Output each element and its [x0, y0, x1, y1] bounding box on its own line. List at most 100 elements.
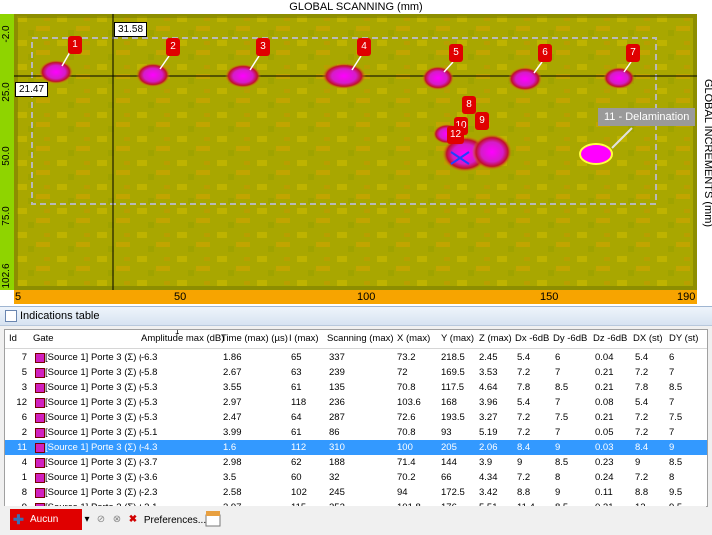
table-row[interactable]: 6 [Source 1] Porte 3 (Σ) (C5)-5.3 2.47 64 28…: [5, 410, 707, 425]
x-tick: 100: [357, 291, 376, 303]
indication-marker[interactable]: 6: [538, 44, 552, 62]
gate-color-swatch: [35, 368, 45, 378]
table-cell: 0.21: [595, 412, 614, 423]
table-cell: 9: [555, 442, 561, 453]
table-cell: 2.47: [223, 412, 242, 423]
table-cell: 172.5: [441, 487, 465, 498]
table-titlebar[interactable]: Indications table: [0, 307, 712, 326]
link-icon[interactable]: ⊘: [94, 510, 108, 529]
column-header[interactable]: Scanning (max): [327, 330, 394, 348]
table-cell: 1.6: [223, 442, 237, 453]
table-cell: [Source 1] Porte 3 (Σ) (C5): [45, 427, 141, 438]
table-row[interactable]: 3 [Source 1] Porte 3 (Σ) (C5)-5.3 3.55 61 13…: [5, 380, 707, 395]
table-cell: 70.8: [397, 382, 416, 393]
column-header[interactable]: Time (max) (µs): [221, 330, 288, 348]
table-cell: 2.06: [479, 442, 498, 453]
column-header[interactable]: Id: [9, 330, 17, 348]
indications-grid[interactable]: Id Gate Amplitude max (dB) 1 Time (max) …: [4, 329, 708, 507]
chevron-down-icon[interactable]: ▾: [82, 510, 92, 529]
table-row[interactable]: 12 [Source 1] Porte 3 (Σ) (C5)-5.3 2.97 118…: [5, 395, 707, 410]
gate-color-swatch: [35, 353, 45, 363]
preferences-button[interactable]: Preferences...: [142, 510, 208, 531]
table-cell: 11: [17, 442, 27, 453]
table-row[interactable]: 8 [Source 1] Porte 3 (Σ) (C5)-2.3 2.58 102 2…: [5, 485, 707, 500]
table-cell: 71.4: [397, 457, 416, 468]
table-cell: 7.2: [635, 412, 649, 423]
column-header[interactable]: I (max): [289, 330, 319, 348]
filter-select[interactable]: ✚ Aucun: [10, 509, 82, 530]
table-cell: 8.8: [517, 487, 531, 498]
table-cell: 9: [555, 487, 561, 498]
table-cell: 0.04: [595, 352, 614, 363]
column-header[interactable]: DX (st): [633, 330, 663, 348]
indication-spot[interactable]: [322, 63, 366, 89]
indication-spot[interactable]: [472, 134, 512, 170]
table-cell: 4.34: [479, 472, 498, 483]
table-cell: 5.4: [635, 352, 649, 363]
indication-marker[interactable]: 5: [449, 44, 463, 62]
indication-spot[interactable]: [225, 64, 261, 88]
indication-marker[interactable]: 9: [475, 112, 489, 130]
table-row[interactable]: 1 [Source 1] Porte 3 (Σ) (C5)-3.6 3.5 60 32 7…: [5, 470, 707, 485]
table-cell: -2.3: [141, 487, 158, 498]
table-cell: 62: [291, 457, 302, 468]
indication-marker[interactable]: 8: [462, 96, 476, 114]
table-cell: 66: [441, 472, 452, 483]
indication-spot[interactable]: [136, 63, 170, 87]
table-cell: 287: [329, 412, 345, 423]
indication-marker[interactable]: 1: [68, 36, 82, 54]
table-cell: 102: [291, 487, 307, 498]
export-icon[interactable]: [204, 510, 222, 528]
table-cell: 337: [329, 352, 345, 363]
table-cell: 9: [669, 442, 675, 453]
column-header[interactable]: Dx -6dB: [515, 330, 549, 348]
table-cell: 239: [329, 367, 345, 378]
table-cell: 12: [16, 397, 27, 408]
indication-marker[interactable]: 12: [447, 126, 464, 144]
indication-spot[interactable]: [508, 67, 542, 91]
indication-marker[interactable]: 2: [166, 38, 180, 56]
table-cell: 117.5: [441, 382, 465, 393]
column-header[interactable]: X (max): [397, 330, 430, 348]
table-cell: [Source 1] Porte 3 (Σ) (C5): [45, 412, 141, 423]
table-cell: 7: [21, 352, 27, 363]
indication-marker[interactable]: 3: [256, 38, 270, 56]
table-cell: 8.4: [517, 442, 531, 453]
table-cell: 7.2: [635, 367, 649, 378]
indication-spot[interactable]: [39, 60, 73, 84]
table-cell: [Source 1] Porte 3 (Σ) (C5): [45, 472, 141, 483]
table-cell: 9: [517, 457, 523, 468]
table-row[interactable]: 4 [Source 1] Porte 3 (Σ) (C5)-3.7 2.98 62 18…: [5, 455, 707, 470]
delamination-zone[interactable]: [579, 143, 613, 165]
table-row[interactable]: 5 [Source 1] Porte 3 (Σ) (C5)-5.8 2.67 63 23…: [5, 365, 707, 380]
table-cell: 3.99: [223, 427, 242, 438]
table-cell: 5.19: [479, 427, 498, 438]
column-header[interactable]: Y (max): [441, 330, 474, 348]
table-row[interactable]: 7 [Source 1] Porte 3 (Σ) (C5)-6.3 1.86 65 33…: [5, 350, 707, 365]
table-cell: 310: [329, 442, 345, 453]
column-header[interactable]: DY (st): [669, 330, 698, 348]
table-cell: 7.2: [517, 412, 531, 423]
table-row[interactable]: 11 [Source 1] Porte 3 (Σ) (C5)-4.3 1.6 112 3…: [5, 440, 707, 455]
table-row[interactable]: 2 [Source 1] Porte 3 (Σ) (C5)-5.1 3.99 61 86…: [5, 425, 707, 440]
table-cell: -5.3: [141, 397, 158, 408]
cscan-image[interactable]: 1 2 3 4 5 6 7 8 9 10 12 31.58 21.47 11 -…: [14, 14, 697, 290]
table-cell: 4.64: [479, 382, 498, 393]
column-header[interactable]: Dz -6dB: [593, 330, 627, 348]
column-header[interactable]: Z (max): [479, 330, 512, 348]
right-axis-label: GLOBAL INCREMENTS (mm): [702, 78, 712, 228]
table-cell: [Source 1] Porte 3 (Σ) (C5): [45, 457, 141, 468]
column-header[interactable]: Gate: [33, 330, 54, 348]
y-axis: -2.0 25.0 50.0 75.0 102.6: [0, 14, 14, 290]
indication-marker[interactable]: 7: [626, 44, 640, 62]
delete-icon[interactable]: ✖: [126, 510, 140, 529]
unlink-icon[interactable]: ⊗: [110, 510, 124, 529]
indication-spot[interactable]: [422, 66, 454, 90]
table-cell: 5: [21, 367, 27, 378]
column-header[interactable]: Amplitude max (dB): [141, 330, 224, 348]
indication-spot[interactable]: [603, 67, 635, 89]
table-cell: 0.21: [595, 367, 614, 378]
table-cell: -5.1: [141, 427, 158, 438]
indication-marker[interactable]: 4: [357, 38, 371, 56]
column-header[interactable]: Dy -6dB: [553, 330, 587, 348]
